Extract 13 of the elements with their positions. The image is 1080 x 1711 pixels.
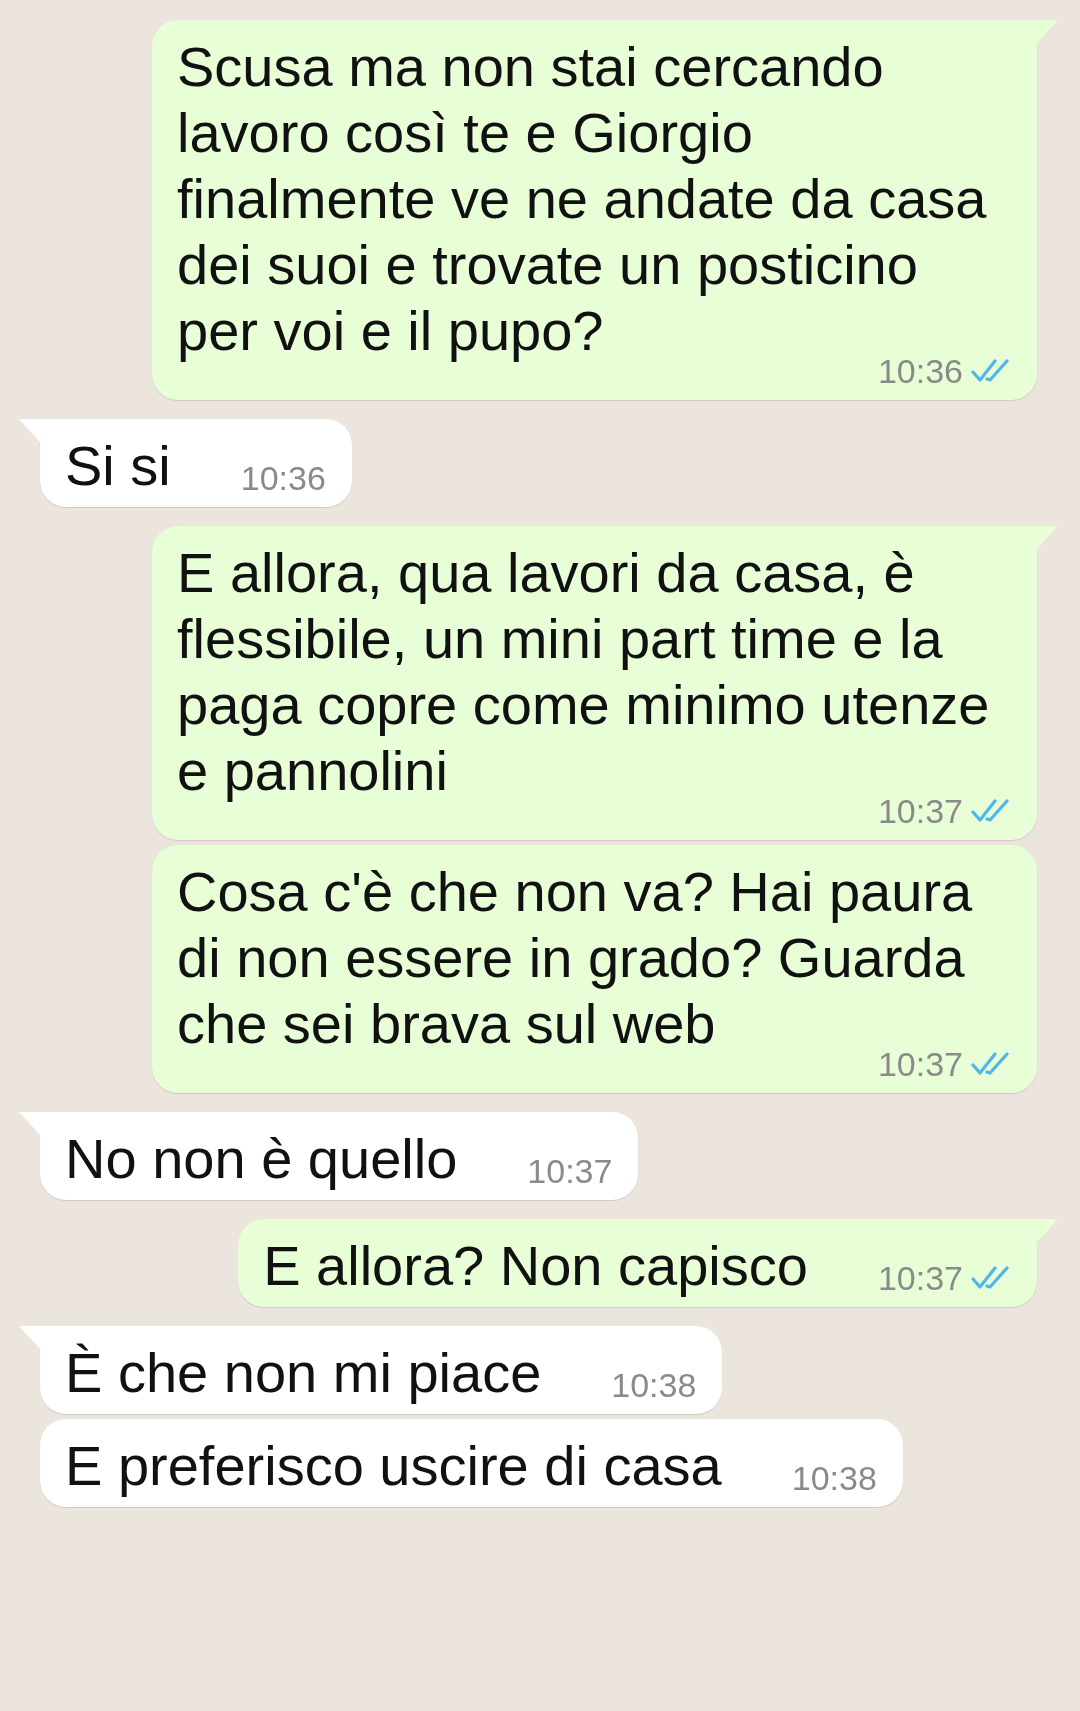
message-text: E preferisco uscire di casa: [65, 1433, 722, 1499]
message-time: 10:37: [527, 1151, 613, 1192]
message-text: No non è quello: [65, 1126, 458, 1192]
message-time: 10:36: [877, 351, 963, 392]
message-time: 10:38: [611, 1365, 697, 1406]
message-time: 10:37: [877, 1044, 963, 1085]
message-text: Si si: [65, 433, 171, 499]
message-time: 10:37: [877, 1258, 963, 1299]
message-text: E allora? Non capisco: [263, 1233, 808, 1299]
message-time: 10:36: [240, 458, 326, 499]
message-time: 10:38: [791, 1458, 877, 1499]
message-time: 10:37: [877, 791, 963, 832]
message-text: È che non mi piace: [65, 1340, 542, 1406]
